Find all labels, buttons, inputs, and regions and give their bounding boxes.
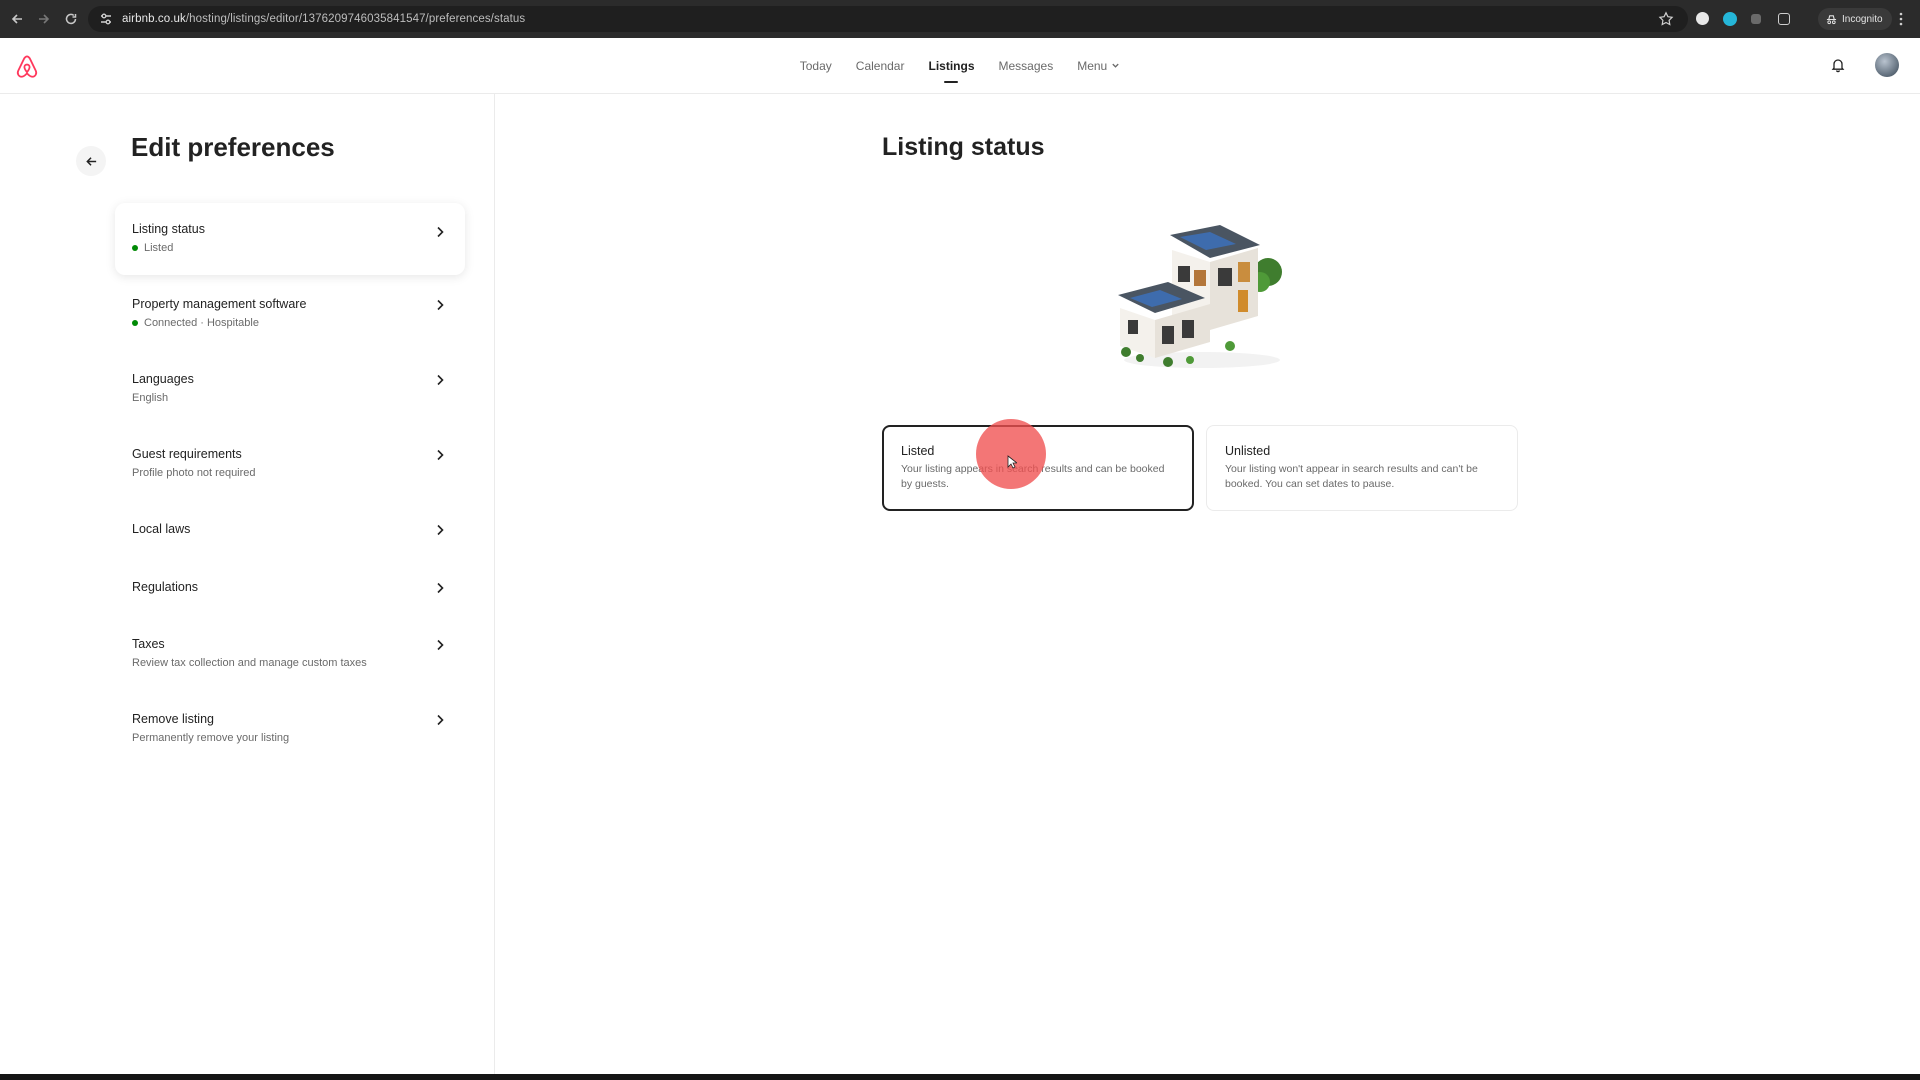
- extensions-icon[interactable]: [1778, 13, 1790, 25]
- house-illustration: [1118, 225, 1282, 368]
- pref-item-local-laws[interactable]: Local laws: [115, 517, 465, 547]
- pref-item-title: Local laws: [132, 522, 191, 536]
- option-description: Your listing won't appear in search resu…: [1225, 463, 1478, 490]
- option-card-unlisted[interactable]: Unlisted Your listing won't appear in se…: [1206, 425, 1518, 511]
- chevron-right-icon: [437, 374, 444, 386]
- pref-item-property-management[interactable]: Property management software Connected ·…: [115, 292, 465, 342]
- chevron-right-icon: [437, 449, 444, 461]
- pref-item-subtitle: Review tax collection and manage custom …: [132, 657, 367, 669]
- taskbar-strip: [0, 1074, 1920, 1080]
- pref-item-subtitle-text: Connected · Hospitable: [144, 317, 259, 329]
- url-host: airbnb.co.uk: [122, 13, 186, 25]
- chevron-right-icon: [437, 582, 444, 594]
- pref-item-subtitle-text: Listed: [144, 242, 174, 254]
- browser-toolbar: airbnb.co.uk/hosting/listings/editor/137…: [0, 0, 1920, 38]
- incognito-icon: [1826, 14, 1837, 24]
- reload-icon[interactable]: [58, 6, 84, 32]
- pref-item-listing-status[interactable]: Listing status Listed: [115, 203, 465, 275]
- pref-item-subtitle: Profile photo not required: [132, 467, 256, 479]
- option-title: Unlisted: [1225, 444, 1271, 458]
- chevron-down-icon: [1112, 63, 1119, 68]
- section-title: Listing status: [882, 133, 1045, 161]
- pref-item-regulations[interactable]: Regulations: [115, 575, 465, 605]
- status-dot-icon: [132, 320, 138, 326]
- back-arrow-icon[interactable]: [4, 6, 30, 32]
- pref-item-title: Remove listing: [132, 712, 214, 726]
- url-text: airbnb.co.uk/hosting/listings/editor/137…: [122, 13, 525, 25]
- pref-item-title: Taxes: [132, 637, 165, 651]
- status-dot-icon: [132, 245, 138, 251]
- pref-item-title: Guest requirements: [132, 447, 242, 461]
- app-header: Today Calendar Listings Messages Menu: [0, 38, 1920, 94]
- bookmark-star-icon[interactable]: [1658, 11, 1674, 27]
- url-path: /hosting/listings/editor/137620974603584…: [185, 13, 526, 25]
- chevron-right-icon: [437, 639, 444, 651]
- chevron-right-icon: [437, 714, 444, 726]
- pref-item-languages[interactable]: Languages English: [115, 367, 465, 417]
- chevron-right-icon: [437, 524, 444, 536]
- extension-shield-icon[interactable]: [1696, 12, 1709, 25]
- nav-messages[interactable]: Messages: [987, 38, 1066, 93]
- page-title: Edit preferences: [131, 132, 335, 162]
- pref-item-title: Property management software: [132, 297, 307, 311]
- nav-calendar[interactable]: Calendar: [844, 38, 917, 93]
- pref-item-subtitle: Permanently remove your listing: [132, 732, 290, 744]
- nav-today[interactable]: Today: [788, 38, 844, 93]
- pref-item-title: Listing status: [132, 222, 205, 236]
- forward-arrow-icon[interactable]: [31, 6, 57, 32]
- pref-item-guest-requirements[interactable]: Guest requirements Profile photo not req…: [115, 442, 465, 492]
- click-highlight: [976, 419, 1046, 489]
- pref-item-taxes[interactable]: Taxes Review tax collection and manage c…: [115, 632, 465, 682]
- pref-item-subtitle: Connected · Hospitable: [132, 317, 465, 329]
- extension-puzzle-small-icon[interactable]: [1751, 14, 1761, 24]
- nav-menu-label: Menu: [1077, 58, 1108, 73]
- pref-item-title: Regulations: [132, 580, 199, 594]
- pref-item-title: Languages: [132, 372, 194, 386]
- site-settings-icon[interactable]: [98, 11, 114, 27]
- extension-globe-icon[interactable]: [1723, 12, 1737, 26]
- back-button[interactable]: [76, 146, 106, 176]
- address-bar[interactable]: airbnb.co.uk/hosting/listings/editor/137…: [88, 6, 1688, 32]
- nav-menu[interactable]: Menu: [1065, 38, 1132, 93]
- chevron-right-icon: [437, 299, 444, 311]
- chevron-right-icon: [437, 226, 444, 238]
- notification-bell-icon[interactable]: [1830, 57, 1846, 73]
- avatar[interactable]: [1875, 53, 1899, 77]
- incognito-badge[interactable]: Incognito: [1818, 8, 1892, 30]
- pref-item-subtitle: English: [132, 392, 169, 404]
- pref-item-remove-listing[interactable]: Remove listing Permanently remove your l…: [115, 707, 465, 757]
- mouse-cursor-icon: [1007, 455, 1017, 469]
- top-navigation: Today Calendar Listings Messages Menu: [0, 38, 1920, 93]
- nav-listings[interactable]: Listings: [916, 38, 986, 93]
- pref-item-subtitle: Listed: [132, 242, 465, 254]
- back-arrow-icon: [85, 156, 96, 166]
- incognito-label: Incognito: [1842, 13, 1883, 25]
- browser-menu-icon[interactable]: [1898, 11, 1904, 27]
